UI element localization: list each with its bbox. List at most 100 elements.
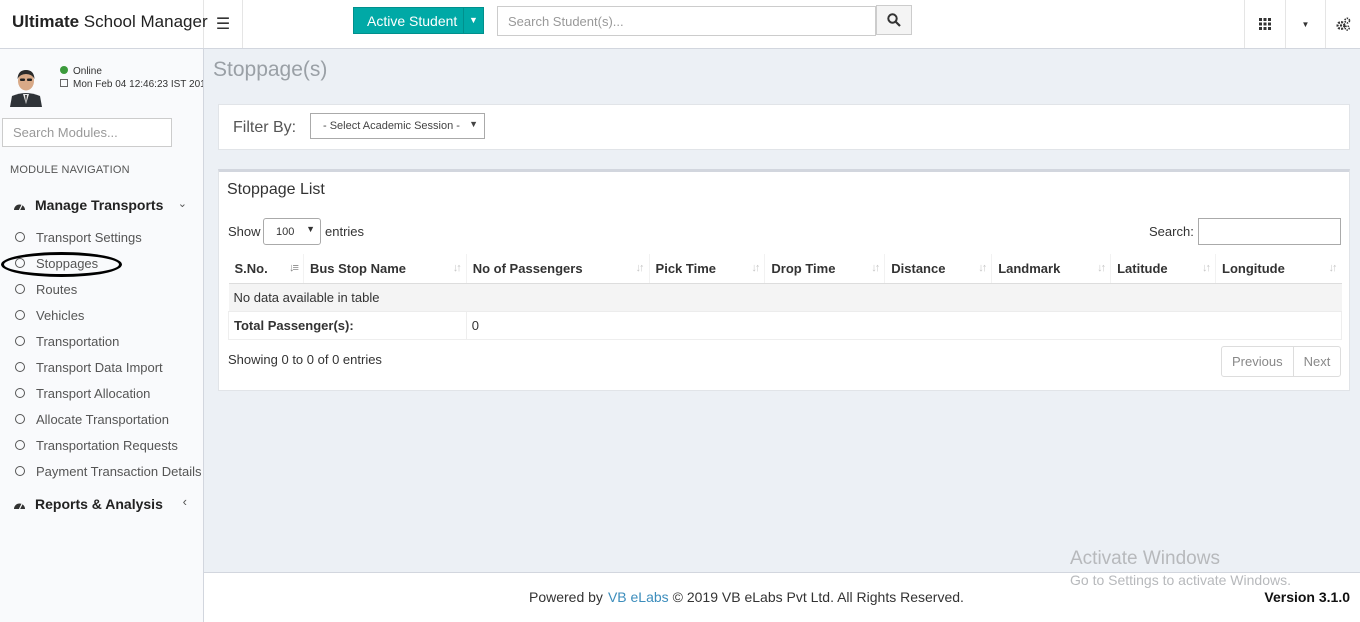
sidebar-item-manage-transports[interactable]: Manage Transports ⌄	[13, 195, 193, 215]
column-label: Drop Time	[771, 260, 836, 276]
sidebar-item-label: Manage Transports	[35, 197, 164, 213]
version-label: Version 3.1.0	[1264, 589, 1350, 605]
company-link[interactable]: VB eLabs	[608, 589, 669, 605]
sort-icon: ↓↑	[978, 262, 987, 274]
app-logo[interactable]: Ultimate School Manager	[0, 0, 208, 48]
table-row: No data available in table	[228, 283, 1342, 312]
sidebar-item-transport-allocation[interactable]: Transport Allocation	[15, 383, 150, 403]
module-navigation-header: MODULE NAVIGATION	[10, 164, 130, 176]
brand-rest: School Manager	[79, 12, 208, 31]
table-info: Showing 0 to 0 of 0 entries	[228, 352, 382, 367]
column-header-sno[interactable]: S.No. ↓≡	[228, 254, 304, 284]
active-student-dropdown-caret[interactable]: ▼	[463, 8, 483, 33]
column-label: Pick Time	[655, 260, 717, 276]
grid-icon	[1259, 18, 1271, 30]
sidebar-item-label: Transport Data Import	[36, 359, 163, 375]
search-icon	[887, 13, 901, 27]
table-header-row: S.No. ↓≡ Bus Stop Name ↓↑ No of Passengers…	[228, 254, 1342, 284]
circle-icon	[15, 232, 25, 242]
sidebar-item-label: Transport Allocation	[36, 385, 151, 401]
sort-icon: ↓↑	[635, 262, 645, 274]
column-label: Landmark	[998, 260, 1061, 276]
sidebar-item-transportation-requests[interactable]: Transportation Requests	[15, 435, 178, 455]
page-footer: Powered by VB eLabs © 2019 VB eLabs Pvt Lt…	[204, 572, 1360, 622]
chevron-left-icon: ‹	[182, 494, 187, 509]
column-header-latitude[interactable]: Latitude ↓↑	[1110, 254, 1216, 284]
brand-bold: Ultimate	[12, 12, 80, 31]
caret-down-icon: ▼	[469, 119, 478, 129]
previous-page-button[interactable]: Previous	[1222, 347, 1293, 376]
table-search-input[interactable]	[1198, 218, 1341, 245]
academic-session-value: - Select Academic Session -	[323, 120, 460, 132]
circle-icon	[15, 336, 25, 346]
sort-ascending-icon: ↓≡	[289, 262, 299, 274]
next-page-button[interactable]: Next	[1292, 347, 1341, 376]
settings-button[interactable]	[1325, 0, 1360, 48]
sidebar-item-label: Allocate Transportation	[36, 411, 169, 427]
footer-credits: Powered by VB eLabs © 2019 VB eLabs Pvt Lt…	[529, 589, 964, 605]
column-header-landmark[interactable]: Landmark ↓↑	[991, 254, 1111, 284]
entries-label: entries	[325, 224, 365, 239]
stoppage-table: S.No. ↓≡ Bus Stop Name ↓↑ No of Passengers…	[228, 254, 1343, 340]
circle-icon	[15, 310, 25, 320]
sidebar-item-payment-transaction-details[interactable]: Payment Transaction Details	[15, 461, 201, 481]
column-header-bus-stop-name[interactable]: Bus Stop Name ↓↑	[302, 254, 467, 284]
caret-down-icon: ▼	[306, 224, 315, 234]
sidebar-item-vehicles[interactable]: Vehicles	[15, 305, 84, 325]
column-header-distance[interactable]: Distance ↓↑	[884, 254, 992, 284]
active-student-label: Active Student	[367, 13, 458, 29]
sort-icon: ↓↑	[1202, 262, 1211, 274]
table-total-row: Total Passenger(s): 0	[228, 311, 1343, 340]
powered-by-label: Powered by	[529, 589, 603, 605]
column-label: No of Passengers	[472, 260, 583, 276]
column-label: Latitude	[1117, 260, 1168, 276]
sidebar-item-transportation[interactable]: Transportation	[15, 331, 119, 351]
pagination: Previous Next	[1221, 346, 1342, 377]
filter-panel: Filter By: - Select Academic Session - ▼	[218, 104, 1350, 150]
user-menu-dropdown[interactable]: ▼	[1285, 0, 1325, 48]
circle-icon	[15, 466, 25, 476]
sidebar-item-reports-analysis[interactable]: Reports & Analysis ‹	[13, 494, 193, 514]
student-search-button[interactable]	[876, 5, 912, 35]
column-label: Longitude	[1222, 260, 1285, 276]
online-label: Online	[73, 66, 102, 77]
sort-icon: ↓↑	[1097, 262, 1106, 274]
sidebar-item-allocate-transportation[interactable]: Allocate Transportation	[15, 409, 169, 429]
column-header-longitude[interactable]: Longitude ↓↑	[1215, 254, 1342, 284]
academic-session-select[interactable]: - Select Academic Session - ▼	[310, 113, 485, 139]
module-search-input[interactable]	[2, 118, 172, 147]
user-avatar	[7, 67, 45, 107]
highlight-annotation	[1, 252, 122, 277]
column-label: Bus Stop Name	[309, 260, 407, 276]
sidebar-item-label: Reports & Analysis	[35, 496, 163, 512]
chevron-down-icon: ⌄	[177, 198, 187, 210]
show-label: Show	[228, 224, 261, 239]
page-length-select[interactable]: 100 ▼	[263, 218, 321, 245]
online-status-icon	[60, 66, 68, 74]
total-passengers-label: Total Passenger(s):	[228, 311, 467, 340]
sidebar-item-label: Vehicles	[36, 307, 85, 323]
calendar-icon	[60, 79, 68, 87]
apps-grid-button[interactable]	[1244, 0, 1285, 48]
sidebar-item-label: Transportation	[36, 333, 120, 349]
sidebar-item-label: Payment Transaction Details	[36, 463, 202, 479]
sidebar-item-routes[interactable]: Routes	[15, 279, 77, 299]
column-header-no-of-passengers[interactable]: No of Passengers ↓↑	[465, 254, 650, 284]
column-header-pick-time[interactable]: Pick Time ↓↑	[648, 254, 765, 284]
dashboard-icon	[14, 503, 25, 509]
circle-icon	[15, 362, 25, 372]
sidebar-item-transport-data-import[interactable]: Transport Data Import	[15, 357, 163, 377]
sidebar-toggle-button[interactable]: ☰	[204, 0, 243, 48]
panel-title: Stoppage List	[227, 181, 325, 198]
sidebar-item-label: Transport Settings	[36, 229, 142, 245]
active-student-button[interactable]: Active Student ▼	[353, 7, 484, 34]
user-status: Online Mon Feb 04 12:46:23 IST 2019	[60, 66, 203, 90]
column-label: S.No.	[234, 260, 268, 276]
cogs-icon	[1335, 17, 1350, 31]
column-label: Distance	[891, 260, 946, 276]
top-navbar: Ultimate School Manager ☰ Active Student…	[0, 0, 1360, 49]
session-datetime: Mon Feb 04 12:46:23 IST 2019	[73, 79, 203, 90]
column-header-drop-time[interactable]: Drop Time ↓↑	[764, 254, 885, 284]
sidebar-item-transport-settings[interactable]: Transport Settings	[15, 227, 142, 247]
student-search-input[interactable]	[497, 6, 876, 36]
